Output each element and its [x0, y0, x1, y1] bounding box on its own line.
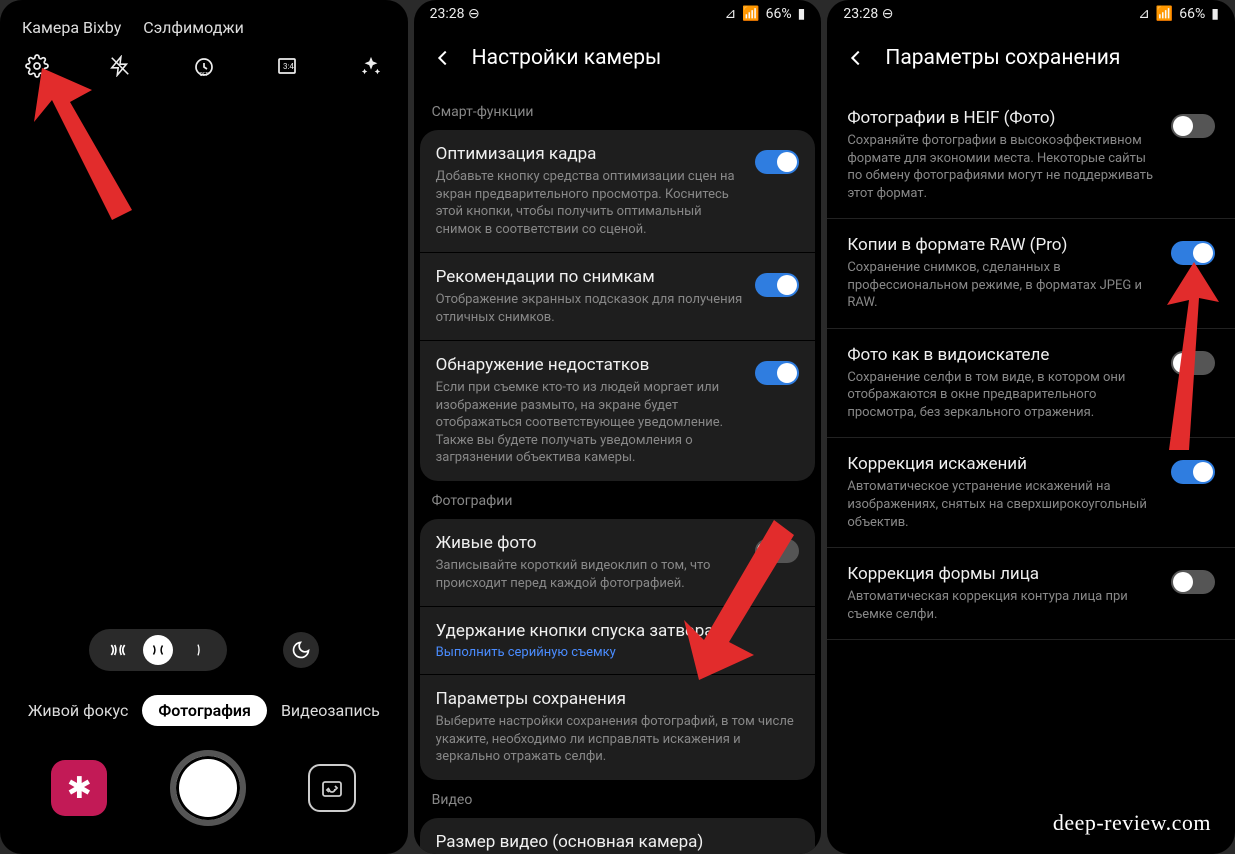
row-save-options[interactable]: Параметры сохраненияВыберите настройки с… [420, 675, 816, 780]
status-right: ⊿ 📶 66% ▮ [724, 6, 805, 22]
top-labels: Камера Bixby Сэлфимоджи [0, 0, 408, 47]
gallery-button[interactable]: ✱ [51, 760, 107, 816]
svg-text:OFF: OFF [199, 72, 208, 78]
zoom-ultra-wide-icon[interactable] [103, 635, 133, 665]
row-motion-photo[interactable]: Живые фотоЗаписывайте короткий видеоклип… [420, 519, 816, 607]
toggle[interactable] [1171, 351, 1215, 375]
mode-live-focus[interactable]: Живой фокус [28, 701, 128, 720]
watermark: deep-review.com [1053, 810, 1211, 836]
selfiemoji-label[interactable]: Сэлфимоджи [143, 18, 244, 37]
camera-toolbar: OFF 3:4 [0, 47, 408, 89]
gear-icon[interactable] [24, 53, 50, 79]
bixby-label[interactable]: Камера Bixby [22, 18, 121, 37]
status-time: 23:28 ⊖ [843, 6, 893, 22]
save-params-list: Фотографии в HEIF (Фото)Сохраняйте фотог… [827, 92, 1235, 640]
timer-off-icon[interactable]: OFF [191, 53, 217, 79]
signal-icon: 📶 [1156, 6, 1173, 22]
mode-photo[interactable]: Фотография [142, 695, 267, 726]
battery-label: 66% [1179, 6, 1205, 22]
toggle[interactable] [755, 273, 799, 297]
wifi-icon: ⊿ [1138, 6, 1150, 22]
section-smart: Смарт-функции [414, 92, 822, 130]
battery-label: 66% [766, 6, 792, 22]
status-right: ⊿ 📶 66% ▮ [1138, 6, 1219, 22]
row-flaw-detection[interactable]: Обнаружение недостатковЕсли при съемке к… [420, 341, 816, 481]
battery-icon: ▮ [798, 6, 806, 22]
mode-selector[interactable]: Живой фокус Фотография Видеозапись [0, 685, 408, 740]
save-params-panel: 23:28 ⊖ ⊿ 📶 66% ▮ Параметры сохранения Ф… [827, 0, 1235, 854]
effects-icon[interactable] [358, 53, 384, 79]
row-scene-optimizer[interactable]: Оптимизация кадраДобавьте кнопку средств… [420, 130, 816, 253]
toggle[interactable] [1171, 460, 1215, 484]
toggle[interactable] [755, 150, 799, 174]
header-title: Настройки камеры [472, 46, 662, 70]
app-header: Настройки камеры [414, 28, 822, 92]
toggle[interactable] [1171, 570, 1215, 594]
shutter-row: ✱ [0, 740, 408, 854]
row-face-shape[interactable]: Коррекция формы лицаАвтоматическая корре… [827, 548, 1235, 640]
svg-text:3:4: 3:4 [283, 62, 294, 71]
night-mode-icon[interactable] [283, 632, 319, 668]
status-bar: 23:28 ⊖ ⊿ 📶 66% ▮ [414, 0, 822, 28]
toggle[interactable] [1171, 114, 1215, 138]
battery-icon: ▮ [1211, 6, 1219, 22]
row-raw[interactable]: Копии в формате RAW (Pro)Сохранение сним… [827, 219, 1235, 329]
section-photos: Фотографии [414, 481, 822, 519]
row-heif[interactable]: Фотографии в HEIF (Фото)Сохраняйте фотог… [827, 92, 1235, 219]
card-photos: Живые фотоЗаписывайте короткий видеоклип… [420, 519, 816, 780]
camera-app-panel: Камера Bixby Сэлфимоджи OFF 3:4 [0, 0, 408, 854]
back-icon[interactable] [432, 47, 454, 69]
signal-icon: 📶 [742, 6, 759, 22]
zoom-controls [0, 621, 408, 685]
row-viewfinder[interactable]: Фото как в видоискателеСохранение селфи … [827, 329, 1235, 439]
wifi-icon: ⊿ [724, 6, 736, 22]
zoom-wide-icon[interactable] [143, 635, 173, 665]
row-distortion[interactable]: Коррекция искаженийАвтоматическое устран… [827, 438, 1235, 548]
back-icon[interactable] [845, 47, 867, 69]
switch-camera-icon[interactable] [308, 764, 356, 812]
card-smart: Оптимизация кадраДобавьте кнопку средств… [420, 130, 816, 481]
toggle[interactable] [755, 361, 799, 385]
status-bar: 23:28 ⊖ ⊿ 📶 66% ▮ [827, 0, 1235, 28]
toggle[interactable] [1171, 241, 1215, 265]
header-title: Параметры сохранения [885, 46, 1120, 70]
aspect-ratio-icon[interactable]: 3:4 [274, 53, 300, 79]
zoom-tele-icon[interactable] [183, 635, 213, 665]
section-video: Видео [414, 780, 822, 818]
card-video: Размер видео (основная камера)16:9 FHD (… [420, 818, 816, 854]
row-video-size[interactable]: Размер видео (основная камера)16:9 FHD (… [420, 818, 816, 854]
shutter-button[interactable] [170, 750, 246, 826]
status-time: 23:28 ⊖ [430, 6, 480, 22]
mode-video[interactable]: Видеозапись [281, 701, 380, 720]
row-hold-shutter[interactable]: Удержание кнопки спуска затвораВыполнить… [420, 607, 816, 675]
app-header: Параметры сохранения [827, 28, 1235, 92]
camera-settings-panel: 23:28 ⊖ ⊿ 📶 66% ▮ Настройки камеры Смарт… [414, 0, 822, 854]
flash-off-icon[interactable] [107, 53, 133, 79]
row-shot-suggestions[interactable]: Рекомендации по снимкамОтображение экран… [420, 253, 816, 341]
toggle[interactable] [755, 539, 799, 563]
